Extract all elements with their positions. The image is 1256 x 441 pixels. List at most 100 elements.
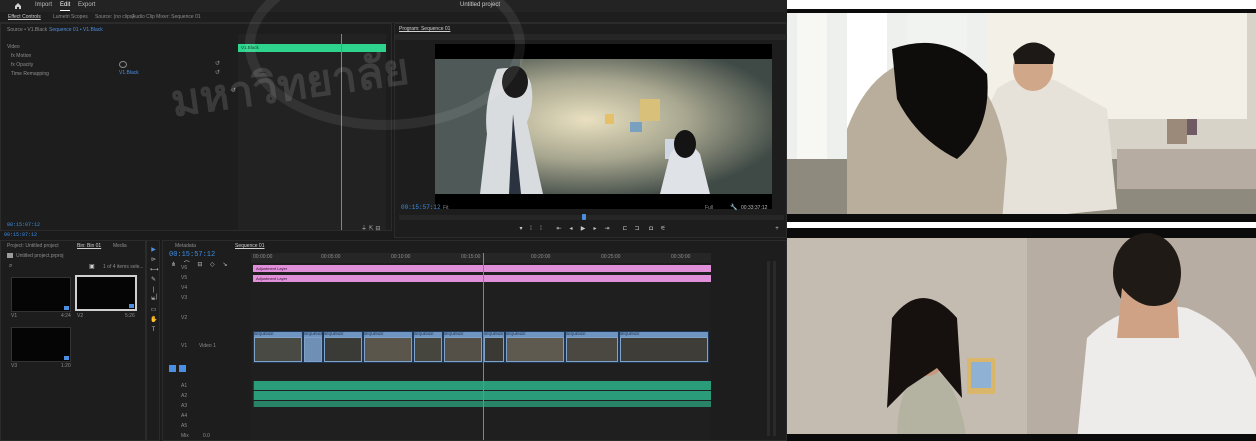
mark-in-button[interactable]: ▾ <box>517 225 525 233</box>
go-to-in-button[interactable]: ⇤ <box>555 225 563 233</box>
project-tab-bin[interactable]: Bin: Bin 01 <box>77 243 101 249</box>
project-panel: Project: Untitled project Bin: Bin 01 Me… <box>0 240 146 441</box>
program-fit-select[interactable]: Fit <box>443 205 449 211</box>
go-to-out-button[interactable]: ⇥ <box>603 225 611 233</box>
track-label-v5[interactable]: V5 <box>181 275 187 281</box>
audio-clip-track-a1[interactable] <box>253 381 711 390</box>
video-clip[interactable]: SEQUENCE <box>505 331 565 363</box>
clip-label: SEQUENCE <box>324 332 362 337</box>
track-label-a1[interactable]: A1 <box>181 383 187 389</box>
effect-row-opacity[interactable]: fx Opacity <box>11 62 33 68</box>
video-clip[interactable]: SEQUENCE <box>443 331 483 363</box>
mix-label: Mix <box>181 433 189 439</box>
video-clip[interactable]: SEQUENCE <box>413 331 443 363</box>
motion-value[interactable]: V1.Black <box>119 70 139 76</box>
effect-controls-header-left: Source • V1.Black <box>7 27 48 33</box>
slip-tool-icon[interactable]: |↔| <box>150 287 158 300</box>
track-label-a5[interactable]: A5 <box>181 423 187 429</box>
audio-clip-track-a2[interactable] <box>253 391 711 400</box>
comparison-button[interactable]: ⚟ <box>659 225 667 233</box>
media-thumbnail[interactable] <box>11 277 71 312</box>
track-target-v1[interactable] <box>169 365 176 372</box>
track-label-a2[interactable]: A2 <box>181 393 187 399</box>
ruler-tick: 00:30:00 <box>671 254 691 260</box>
timeline-ruler[interactable]: 00:00:00 00:05:00 00:10:00 00:15:00 00:2… <box>251 253 711 263</box>
program-timecode-left[interactable]: 00:15:57:12 <box>401 204 441 211</box>
clip-thumbnail <box>445 338 481 361</box>
audio-clip-track-a3[interactable] <box>253 401 711 407</box>
track-select-tool-icon[interactable]: ⊳ <box>150 257 157 264</box>
timeline-tab-sequence[interactable]: Sequence 01 <box>235 243 264 249</box>
step-forward-button[interactable]: ▸ <box>591 225 599 233</box>
thumbnail-badge <box>129 304 134 308</box>
program-scrub-bar[interactable] <box>399 214 784 220</box>
project-tab-media[interactable]: Media <box>113 243 127 249</box>
video-clip[interactable]: SEQUENCE <box>323 331 363 363</box>
item-count: 1 of 4 items sele... <box>103 264 144 270</box>
media-thumbnail[interactable] <box>11 327 71 362</box>
home-icon[interactable] <box>14 2 22 10</box>
video-clip[interactable]: SEQUENCE <box>303 331 323 363</box>
media-thumbnail-selected[interactable] <box>75 275 137 311</box>
program-quality-select[interactable]: Full <box>705 205 713 211</box>
effect-row-time-remap[interactable]: Time Remapping <box>11 71 49 77</box>
ruler-tick: 00:05:00 <box>321 254 341 260</box>
export-frame-button[interactable]: ◘ <box>647 225 655 233</box>
razor-tool-icon[interactable]: ✎ <box>150 277 157 284</box>
thumbnail-label: V1 <box>11 313 18 319</box>
pen-tool-icon[interactable]: ✒ <box>150 297 157 304</box>
overwrite-button[interactable]: ⊐ <box>633 225 641 233</box>
workspace-item-effect-controls[interactable]: Effect Controls <box>8 14 41 20</box>
track-label-v1[interactable]: V1 <box>181 343 187 349</box>
workspace-item-audio-mixer[interactable]: Audio Clip Mixer: Sequence 01 <box>132 14 201 20</box>
wrench-icon[interactable]: 🔧 <box>730 204 737 211</box>
project-tab-project[interactable]: Project: Untitled project <box>7 243 59 249</box>
ripple-edit-tool-icon[interactable]: ⟷ <box>150 267 159 274</box>
add-button[interactable]: + <box>773 225 781 233</box>
mark-out-button[interactable]: ⁞ <box>527 225 535 233</box>
mask-ellipse-icon[interactable] <box>119 61 127 68</box>
effect-controls-timecode[interactable]: 00:15:07:12 <box>7 222 40 228</box>
track-label-v3[interactable]: V3 <box>181 295 187 301</box>
selection-tool-icon[interactable]: ▶ <box>150 247 157 254</box>
new-bin-icon[interactable]: ▣ <box>89 263 95 270</box>
timeline-tab-metadata[interactable]: Metadata <box>175 243 196 249</box>
menu-tab-import[interactable]: Import <box>35 2 52 8</box>
search-icon[interactable]: ⌕ <box>9 263 12 270</box>
track-label-a3[interactable]: A3 <box>181 403 187 409</box>
menu-tab-edit[interactable]: Edit <box>60 2 70 8</box>
effect-row-motion[interactable]: fx Motion <box>11 53 31 59</box>
program-playhead-marker[interactable] <box>582 214 586 220</box>
track-headers: V6 V5 V4 V3 V2 V1 Video 1 A1 A2 A3 A4 A5… <box>169 265 249 440</box>
rectangle-tool-icon[interactable]: ▭ <box>150 307 157 314</box>
clip-thumbnail <box>305 338 321 361</box>
adjustment-layer-clip[interactable]: Adjustment Layer <box>253 265 711 272</box>
track-label-v6[interactable]: V6 <box>181 265 187 271</box>
video-clip[interactable]: SEQUENCE <box>253 331 303 363</box>
insert-button[interactable]: ⊏ <box>621 225 629 233</box>
hand-tool-icon[interactable]: ✋ <box>150 317 157 324</box>
track-label-v4[interactable]: V4 <box>181 285 187 291</box>
filter-icon[interactable]: ⏚ ⇱ ⊟ <box>361 223 380 232</box>
mix-value[interactable]: 0.0 <box>203 433 210 439</box>
video-clip[interactable]: SEQUENCE <box>483 331 505 363</box>
effect-controls-header-right[interactable]: Sequence 01 • V1.Black <box>49 27 103 33</box>
workspace-item-source[interactable]: Source: (no clips) <box>95 14 134 20</box>
step-back-button[interactable]: ◂ <box>567 225 575 233</box>
track-label-a4[interactable]: A4 <box>181 413 187 419</box>
workspace-item-lumetri[interactable]: Lumetri Scopes <box>53 14 88 20</box>
video-clip[interactable]: SEQUENCE <box>565 331 619 363</box>
timeline-timecode[interactable]: 00:15:57:12 <box>169 251 215 259</box>
video-clip[interactable]: SEQUENCE <box>619 331 709 363</box>
mark-clip-button[interactable]: ⁞ <box>537 225 545 233</box>
menu-tab-export[interactable]: Export <box>78 2 95 8</box>
audio-meter-left <box>767 261 770 436</box>
still-frame-bottom <box>787 228 1256 441</box>
adjustment-layer-clip[interactable]: Adjustment Layer <box>253 275 711 282</box>
track-target-a1[interactable] <box>179 365 186 372</box>
type-tool-icon[interactable]: T <box>150 327 157 334</box>
video-clip[interactable]: SEQUENCE <box>363 331 413 363</box>
timeline-playhead[interactable] <box>483 253 484 440</box>
track-label-v2[interactable]: V2 <box>181 315 187 321</box>
play-button[interactable]: ▶ <box>579 225 587 233</box>
